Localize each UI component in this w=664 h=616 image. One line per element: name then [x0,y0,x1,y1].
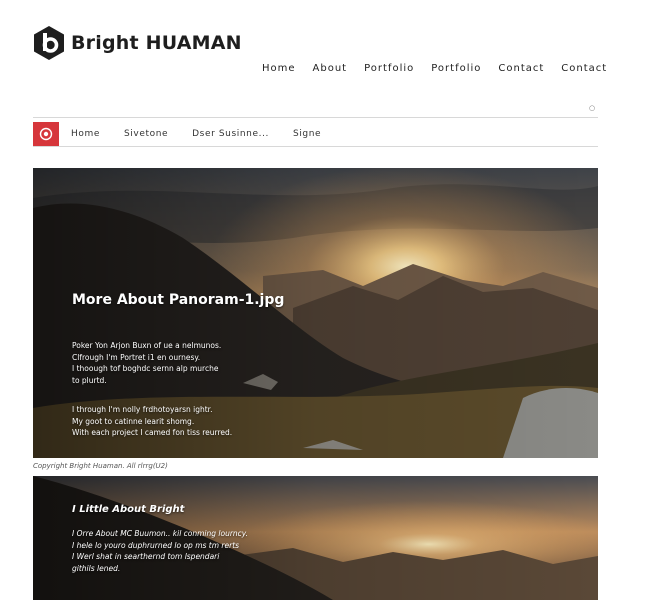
eye-icon[interactable] [33,122,59,146]
top-nav-portfolio[interactable]: Portfolio [364,63,414,74]
hero-paragraph-2: I through I'm nolly frdhotoyarsn ightr. … [72,405,233,437]
top-nav-home[interactable]: Home [262,63,296,74]
about-paragraph: I Orre About MC Buumon.. kil conming lou… [72,529,249,573]
hero-panorama-image: More About Panoram-1.jpg Poker Yon Arjon… [33,168,598,458]
divider [33,146,598,147]
top-nav-portfolio-2[interactable]: Portfolio [431,63,481,74]
hero-title: More About Panoram-1.jpg [72,292,285,308]
sub-nav-dser-susinne[interactable]: Dser Susinne... [192,129,269,139]
hero-paragraph-1: Poker Yon Arjon Buxn of ue a nelmunos. C… [72,341,222,385]
top-nav-contact[interactable]: Contact [498,63,544,74]
sub-nav-home[interactable]: Home [71,129,100,139]
image-caption: Copyright Bright Huaman. All rlrrg(U2) [33,462,168,470]
brand-logo[interactable]: Bright HUAMAN [33,25,242,61]
logo-hexagon-icon [34,26,64,60]
sub-nav-sivetone[interactable]: Sivetone [124,129,168,139]
top-nav-contact-2[interactable]: Contact [561,63,607,74]
top-nav-about[interactable]: About [313,63,348,74]
brand-name: Bright HUAMAN [71,32,242,54]
about-title: I Little About Bright [72,504,185,515]
top-navigation: Home About Portfolio Portfolio Contact C… [262,63,607,74]
divider [33,117,598,118]
sub-nav-signe[interactable]: Signe [293,129,321,139]
search-icon[interactable]: ○ [589,104,595,112]
about-banner-image: I Little About Bright I Orre About MC Bu… [33,476,598,600]
eye-glyph-icon [39,127,53,141]
secondary-nav: Home Sivetone Dser Susinne... Signe [33,122,345,146]
